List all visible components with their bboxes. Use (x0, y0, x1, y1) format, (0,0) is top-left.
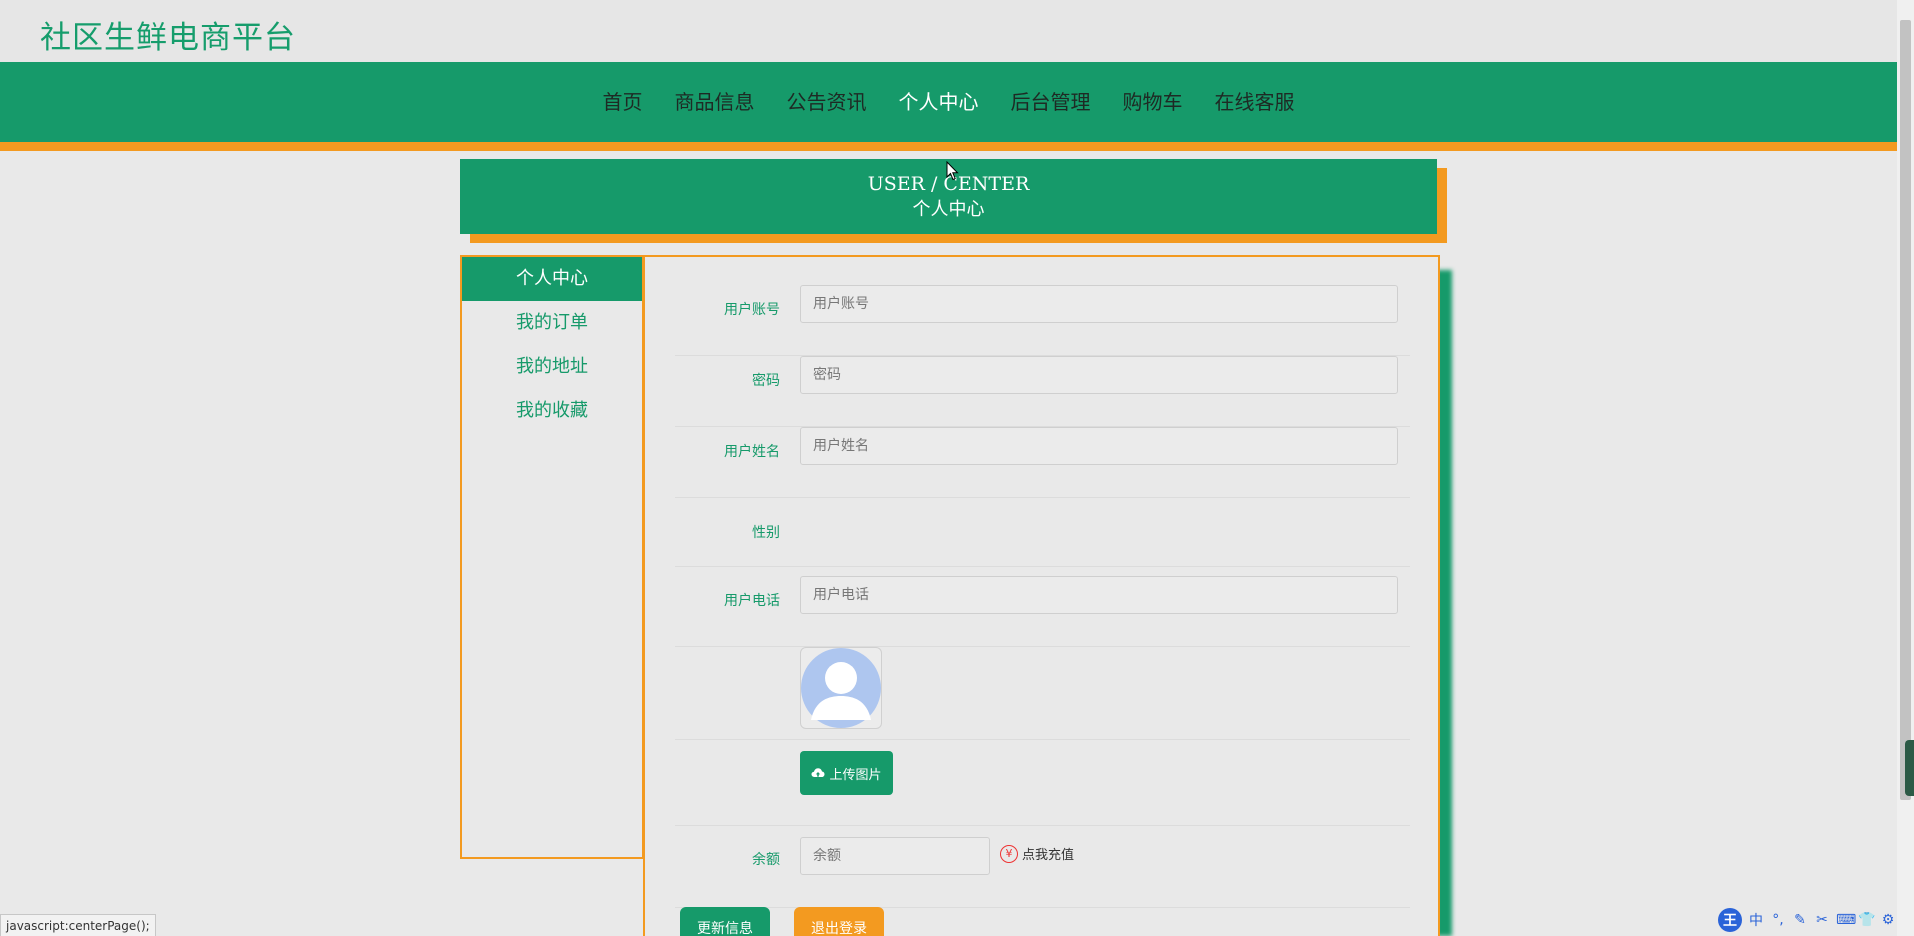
ime-handwrite-icon[interactable]: ✎ (1792, 912, 1808, 928)
recharge-link[interactable]: ¥ 点我充值 (1000, 844, 1074, 863)
upload-image-button[interactable]: 上传图片 (800, 751, 893, 795)
banner-title-cn: 个人中心 (912, 199, 985, 220)
balance-label: 余额 (752, 852, 780, 868)
nav-news[interactable]: 公告资讯 (771, 62, 883, 142)
form-row-account: 用户账号 (675, 285, 1410, 356)
main-nav: 首页 商品信息 公告资讯 个人中心 后台管理 购物车 在线客服 (0, 62, 1897, 142)
form-row-avatar (675, 647, 1410, 740)
logout-button[interactable]: 退出登录 (794, 907, 884, 936)
yen-icon: ¥ (1000, 844, 1018, 863)
site-title[interactable]: 社区生鲜电商平台 (40, 12, 296, 57)
phone-input[interactable] (800, 576, 1398, 614)
nav-products[interactable]: 商品信息 (659, 62, 771, 142)
profile-form-panel: 用户账号 密码 用户姓名 性别 用户电话 (643, 255, 1440, 936)
ime-settings-icon[interactable]: ⚙ (1880, 912, 1896, 928)
ime-mode[interactable]: 中 (1748, 910, 1764, 930)
ime-keyboard-icon[interactable]: ⌨ (1836, 912, 1856, 928)
scrollbar-thumb[interactable] (1900, 20, 1911, 800)
avatar[interactable] (800, 647, 882, 729)
account-label: 用户账号 (724, 302, 780, 318)
mouse-cursor-icon (946, 161, 959, 181)
side-menu-item[interactable]: 我的收藏 (462, 389, 642, 433)
ime-skin-icon[interactable]: 👕 (1858, 912, 1875, 928)
status-bar-url: javascript:centerPage(); (0, 914, 156, 936)
phone-label: 用户电话 (724, 593, 780, 609)
page: 社区生鲜电商平台 首页 商品信息 公告资讯 个人中心 后台管理 购物车 在线客服 USER … (0, 0, 1914, 936)
nav-accent-stripe (0, 142, 1897, 151)
side-menu-item[interactable]: 我的地址 (462, 345, 642, 389)
ime-screenshot-icon[interactable]: ✂ (1814, 912, 1830, 928)
ime-toolbar: 王 中 °, ✎ ✂ ⌨ 👕 ⚙ (1718, 906, 1896, 934)
balance-input[interactable] (800, 837, 990, 875)
side-menu-item[interactable]: 我的订单 (462, 301, 642, 345)
account-input[interactable] (800, 285, 1398, 323)
gender-label: 性别 (752, 525, 780, 541)
password-input[interactable] (800, 356, 1398, 394)
form-row-password: 密码 (675, 356, 1410, 427)
cloud-upload-icon (811, 768, 825, 777)
user-avatar-icon (801, 648, 881, 728)
side-menu-item[interactable]: 个人中心 (462, 257, 642, 301)
nav-support[interactable]: 在线客服 (1199, 62, 1311, 142)
nav-user-center[interactable]: 个人中心 (883, 62, 995, 142)
form-row-balance: 余额 ¥ 点我充值 (675, 837, 1410, 908)
form-row-gender: 性别 (675, 498, 1410, 567)
top-bar: 社区生鲜电商平台 (0, 0, 1897, 62)
nav-home[interactable]: 首页 (587, 62, 659, 142)
form-row-upload: 上传图片 (675, 751, 1410, 826)
ime-punctuation-icon[interactable]: °, (1770, 912, 1786, 928)
nav-admin[interactable]: 后台管理 (995, 62, 1107, 142)
name-input[interactable] (800, 427, 1398, 465)
form-row-phone: 用户电话 (675, 576, 1410, 647)
form-row-name: 用户姓名 (675, 427, 1410, 498)
name-label: 用户姓名 (724, 444, 780, 460)
upload-image-label: 上传图片 (829, 767, 882, 783)
password-label: 密码 (752, 373, 780, 389)
side-menu: 个人中心 我的订单 我的地址 我的收藏 (460, 255, 644, 859)
recharge-label: 点我充值 (1022, 848, 1075, 863)
nav-items: 首页 商品信息 公告资讯 个人中心 后台管理 购物车 在线客服 (0, 62, 1897, 142)
update-info-button[interactable]: 更新信息 (680, 907, 770, 936)
nav-cart[interactable]: 购物车 (1107, 62, 1199, 142)
ime-logo-icon[interactable]: 王 (1718, 908, 1742, 932)
side-tab[interactable] (1905, 740, 1914, 796)
